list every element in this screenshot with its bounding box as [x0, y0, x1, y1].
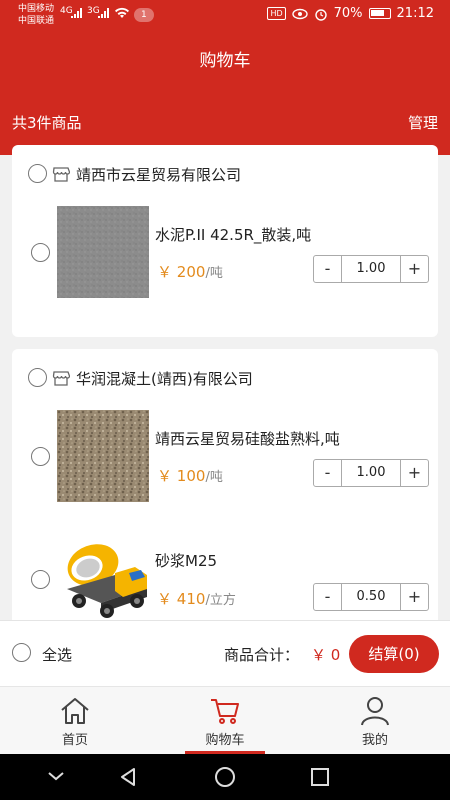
battery-icon — [368, 8, 391, 19]
price-value: 200 — [176, 263, 206, 281]
increase-button[interactable]: + — [401, 460, 428, 486]
quantity-stepper: - 1.00 + — [313, 255, 429, 283]
item-select-radio[interactable] — [31, 447, 50, 466]
price-value: 410 — [176, 590, 206, 608]
product-name[interactable]: 靖西云星贸易硅酸盐熟料,吨 — [155, 428, 340, 449]
store-card: 华润混凝土(靖西)有限公司 靖西云星贸易硅酸盐熟料,吨 ￥ 100/吨 - 1.… — [12, 349, 438, 629]
tab-home-label: 首页 — [61, 733, 88, 748]
store-icon — [52, 167, 70, 182]
wifi-icon — [115, 7, 129, 18]
decrease-button[interactable]: - — [314, 460, 341, 486]
store-select-radio[interactable] — [28, 368, 47, 387]
price-value: 100 — [176, 467, 206, 485]
notification-badge: 1 — [134, 8, 154, 22]
checkout-button[interactable]: 结算(0) — [349, 635, 439, 673]
chevron-down-icon[interactable] — [46, 769, 66, 783]
tab-profile[interactable]: 我的 — [300, 687, 450, 755]
home-circle-icon[interactable] — [214, 766, 236, 788]
item-count: 共3件商品 — [12, 114, 82, 132]
store-select-radio[interactable] — [28, 164, 47, 183]
quantity-stepper: - 1.00 + — [313, 459, 429, 487]
currency-symbol: ￥ — [157, 467, 173, 485]
alarm-icon — [314, 8, 327, 21]
product-name[interactable]: 水泥P.II 42.5R_散装,吨 — [155, 224, 311, 245]
carrier-1: 中国移动 — [18, 4, 55, 14]
product-price: ￥ 200/吨 — [157, 261, 223, 282]
store-name[interactable]: 华润混凝土(靖西)有限公司 — [76, 368, 253, 389]
quantity-input[interactable]: 0.50 — [341, 584, 401, 610]
select-all-radio[interactable] — [12, 643, 31, 662]
total-label: 商品合计： — [224, 646, 300, 664]
price-unit: /吨 — [205, 470, 223, 485]
clock: 21:12 — [396, 6, 434, 21]
increase-button[interactable]: + — [401, 584, 428, 610]
item-select-radio[interactable] — [31, 570, 50, 589]
store-name[interactable]: 靖西市云星贸易有限公司 — [76, 164, 241, 185]
home-icon — [61, 698, 89, 724]
status-bar: 中国移动 中国联通 4G 3G 1 HD 70% 21:12 — [0, 0, 450, 32]
battery-percent: 70% — [333, 6, 363, 21]
select-all-label[interactable]: 全选 — [42, 644, 72, 665]
tab-bar: 首页 购物车 我的 — [0, 686, 450, 754]
user-icon — [361, 697, 389, 726]
currency-symbol: ￥ — [157, 263, 173, 281]
tab-cart-label: 购物车 — [205, 733, 245, 748]
item-select-radio[interactable] — [31, 243, 50, 262]
system-nav-bar — [0, 754, 450, 800]
carrier-2: 中国联通 — [18, 16, 55, 26]
product-name[interactable]: 砂浆M25 — [155, 550, 217, 571]
status-right: HD 70% 21:12 — [267, 6, 434, 21]
store-icon — [52, 371, 70, 386]
hd-indicator: HD — [267, 7, 286, 20]
tab-cart[interactable]: 购物车 — [150, 687, 300, 755]
product-price: ￥ 100/吨 — [157, 465, 223, 486]
product-image-clinker[interactable] — [57, 410, 149, 502]
tab-profile-label: 我的 — [361, 733, 388, 748]
quantity-stepper: - 0.50 + — [313, 583, 429, 611]
product-image-mixer-truck[interactable] — [57, 535, 149, 627]
signal-icon — [71, 8, 82, 18]
page-title: 购物车 — [199, 51, 251, 71]
cart-icon — [211, 699, 239, 724]
tab-home[interactable]: 首页 — [0, 687, 150, 755]
recents-icon[interactable] — [310, 767, 330, 787]
checkout-bar: 全选 商品合计： ￥ 0 结算(0) — [0, 620, 450, 686]
carrier-info: 中国移动 中国联通 — [18, 3, 54, 27]
product-price: ￥ 410/立方 — [157, 588, 236, 609]
currency-symbol: ￥ — [157, 590, 173, 608]
decrease-button[interactable]: - — [314, 256, 341, 282]
increase-button[interactable]: + — [401, 256, 428, 282]
total-value: ￥ 0 — [311, 646, 341, 664]
eye-icon — [291, 8, 308, 19]
price-unit: /吨 — [205, 266, 223, 281]
price-unit: /立方 — [205, 593, 236, 608]
quantity-input[interactable]: 1.00 — [341, 460, 401, 486]
product-image-cement[interactable] — [57, 206, 149, 298]
decrease-button[interactable]: - — [314, 584, 341, 610]
manage-button[interactable]: 管理 — [408, 112, 438, 133]
back-icon[interactable] — [118, 766, 138, 788]
quantity-input[interactable]: 1.00 — [341, 256, 401, 282]
signal-icon-2 — [98, 8, 109, 18]
store-card: 靖西市云星贸易有限公司 水泥P.II 42.5R_散装,吨 ￥ 200/吨 - … — [12, 145, 438, 337]
